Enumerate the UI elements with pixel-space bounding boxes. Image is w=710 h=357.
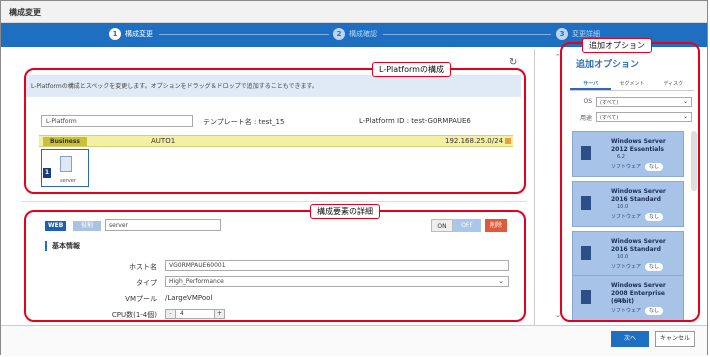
step-label: 構成変更	[125, 30, 153, 38]
divider	[21, 201, 527, 202]
panel-divider	[534, 49, 535, 325]
next-button[interactable]: 次へ	[611, 331, 649, 347]
step-line	[383, 34, 551, 35]
step-line	[159, 34, 329, 35]
annotation-options-label: 追加オプション	[582, 38, 652, 53]
annotation-detail-box	[24, 210, 526, 322]
step-1: 1 構成変更	[109, 28, 153, 40]
step-2: 2 構成確認	[333, 28, 377, 40]
title-bar: 構成変更	[1, 1, 707, 23]
annotation-lplatform-label: L-Platformの構成	[372, 62, 451, 77]
step-number: 2	[333, 28, 345, 40]
annotation-detail-label: 構成要素の詳細	[310, 204, 380, 219]
annotation-options-box	[560, 42, 700, 322]
refresh-icon[interactable]: ↻	[509, 57, 517, 68]
step-number: 1	[109, 28, 121, 40]
footer	[1, 325, 707, 356]
window-title: 構成変更	[9, 8, 41, 17]
cancel-button[interactable]: キャンセル	[655, 331, 695, 347]
annotation-lplatform-box	[24, 68, 526, 194]
step-number: 3	[556, 28, 568, 40]
step-label: 構成確認	[349, 30, 377, 38]
